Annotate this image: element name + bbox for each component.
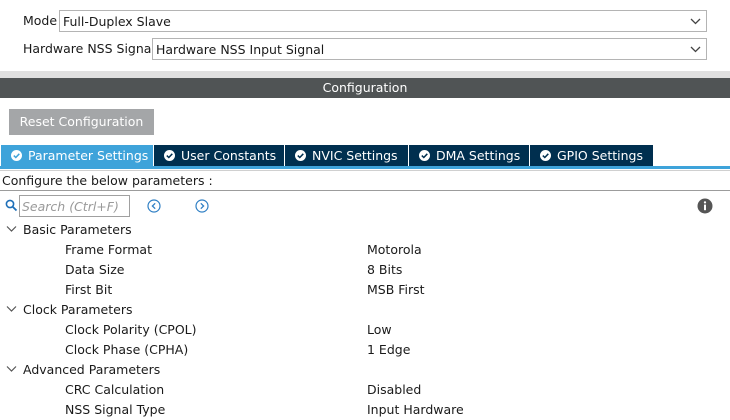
param-value: 1 Edge: [367, 342, 411, 357]
param-row[interactable]: Data Size 8 Bits: [0, 260, 730, 280]
param-name: NSS Signal Type: [65, 402, 166, 417]
tab-underline: [0, 166, 730, 169]
param-name: Clock Polarity (CPOL): [65, 322, 197, 337]
check-circle-icon: [540, 150, 551, 161]
configuration-header: Configuration: [0, 71, 730, 98]
group-basic-parameters[interactable]: Basic Parameters: [0, 220, 730, 240]
mode-select-value: Full-Duplex Slave: [63, 13, 171, 29]
group-clock-parameters[interactable]: Clock Parameters: [0, 300, 730, 320]
chevron-down-icon: [690, 46, 701, 53]
param-row[interactable]: Clock Phase (CPHA) 1 Edge: [0, 340, 730, 360]
settings-tabs: Parameter Settings User Constants NVIC S…: [1, 145, 654, 166]
param-value: Low: [367, 322, 392, 337]
search-icon: [5, 199, 18, 212]
param-name: CRC Calculation: [65, 382, 165, 397]
chevron-down-icon[interactable]: [6, 365, 17, 373]
group-label: Basic Parameters: [23, 222, 132, 237]
tab-label: User Constants: [181, 148, 277, 163]
previous-arrow-icon[interactable]: [147, 199, 161, 213]
nss-label: Hardware NSS Signal: [23, 41, 155, 56]
param-name: Clock Phase (CPHA): [65, 342, 189, 357]
param-row[interactable]: First Bit MSB First: [0, 280, 730, 300]
tab-label: GPIO Settings: [557, 148, 643, 163]
param-value: Disabled: [367, 382, 422, 397]
configure-instructions: Configure the below parameters :: [0, 170, 730, 191]
tab-nvic-settings[interactable]: NVIC Settings: [285, 145, 409, 166]
param-name: First Bit: [65, 282, 113, 297]
chevron-down-icon[interactable]: [6, 225, 17, 233]
reset-configuration-button[interactable]: Reset Configuration: [9, 109, 154, 135]
info-icon[interactable]: [697, 198, 713, 214]
tab-parameter-settings[interactable]: Parameter Settings: [1, 145, 154, 166]
mode-select[interactable]: Full-Duplex Slave: [59, 10, 707, 32]
group-advanced-parameters[interactable]: Advanced Parameters: [0, 360, 730, 380]
chevron-down-icon[interactable]: [6, 305, 17, 313]
chevron-down-icon: [690, 18, 701, 25]
tab-gpio-settings[interactable]: GPIO Settings: [530, 145, 654, 166]
tab-user-constants[interactable]: User Constants: [154, 145, 285, 166]
param-name: Frame Format: [65, 242, 152, 257]
param-value: 8 Bits: [367, 262, 403, 277]
param-row[interactable]: CRC Calculation Disabled: [0, 380, 730, 400]
param-name: Data Size: [65, 262, 125, 277]
param-row[interactable]: Clock Polarity (CPOL) Low: [0, 320, 730, 340]
mode-label: Mode: [23, 13, 58, 28]
param-value: Input Hardware: [367, 402, 464, 417]
param-value: MSB First: [367, 282, 425, 297]
next-arrow-icon[interactable]: [195, 199, 209, 213]
param-value: Motorola: [367, 242, 422, 257]
group-label: Clock Parameters: [23, 302, 133, 317]
nss-select-value: Hardware NSS Input Signal: [156, 41, 325, 57]
group-label: Advanced Parameters: [23, 362, 161, 377]
check-circle-icon: [295, 150, 306, 161]
tab-dma-settings[interactable]: DMA Settings: [409, 145, 530, 166]
search-input[interactable]: [19, 195, 130, 217]
check-circle-icon: [419, 150, 430, 161]
check-circle-icon: [11, 150, 22, 161]
tab-label: Parameter Settings: [28, 148, 149, 163]
tab-label: NVIC Settings: [312, 148, 398, 163]
tab-label: DMA Settings: [436, 148, 521, 163]
nss-select[interactable]: Hardware NSS Input Signal: [152, 38, 707, 60]
param-row[interactable]: Frame Format Motorola: [0, 240, 730, 260]
check-circle-icon: [164, 150, 175, 161]
param-row[interactable]: NSS Signal Type Input Hardware: [0, 400, 730, 420]
